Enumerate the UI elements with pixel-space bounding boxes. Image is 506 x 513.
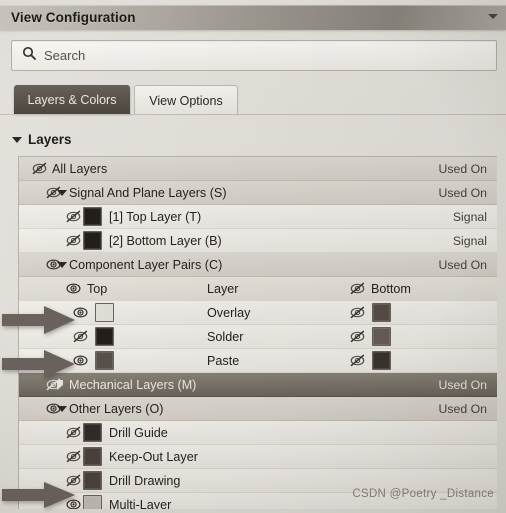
pair-row-paste[interactable]: Paste <box>19 349 497 373</box>
layer-label: [1] Top Layer (T) <box>109 209 202 224</box>
top-color-swatch[interactable] <box>95 327 114 346</box>
layer-label: Component Layer Pairs (C) <box>69 257 223 272</box>
tab-layers-and-colors[interactable]: Layers & Colors <box>14 85 130 114</box>
triangle-down-icon[interactable] <box>12 136 22 143</box>
layer-color-swatch[interactable] <box>83 231 102 250</box>
eye-hidden-icon[interactable] <box>65 209 81 225</box>
search-input[interactable]: Search <box>11 40 497 71</box>
tree-row-keep-out-layer[interactable]: Keep-Out Layer <box>19 445 497 469</box>
layer-label: Other Layers (O) <box>69 401 164 416</box>
column-header-layer: Layer <box>207 281 239 296</box>
tab-view-options[interactable]: View Options <box>134 85 238 115</box>
bottom-eye-hidden-icon[interactable] <box>349 353 365 369</box>
eye-hidden-icon[interactable] <box>31 161 47 177</box>
search-placeholder: Search <box>44 48 86 63</box>
layer-color-swatch[interactable] <box>83 423 102 442</box>
layers-group-label: Layers <box>28 132 72 147</box>
layer-label: Keep-Out Layer <box>109 449 198 464</box>
chevron-down-icon[interactable] <box>488 14 498 19</box>
layer-color-swatch[interactable] <box>83 471 102 490</box>
pair-layer-label: Overlay <box>207 305 251 320</box>
layer-label: [2] Bottom Layer (B) <box>109 233 222 248</box>
search-icon <box>22 46 36 65</box>
layer-status: Used On <box>438 401 487 416</box>
bottom-color-swatch[interactable] <box>372 303 391 322</box>
pair-row-solder[interactable]: Solder <box>19 325 497 349</box>
triangle-down-icon[interactable] <box>57 405 67 412</box>
triangle-right-icon[interactable] <box>57 379 63 390</box>
tree-row-other-layers[interactable]: Other Layers (O) Used On <box>19 397 497 421</box>
layer-label: Mechanical Layers (M) <box>69 377 197 392</box>
layer-label: Multi-Layer <box>109 497 172 510</box>
pair-row-overlay[interactable]: Overlay <box>19 301 497 325</box>
tree-row-all-layers[interactable]: All Layers Used On <box>19 157 497 181</box>
eye-hidden-icon[interactable] <box>65 233 81 249</box>
layers-tree[interactable]: All Layers Used On Signal And Plane Layers… <box>18 156 497 509</box>
triangle-down-icon[interactable] <box>57 189 67 196</box>
triangle-down-icon[interactable] <box>57 261 67 268</box>
arrow-multi-layer <box>2 481 76 509</box>
watermark: CSDN @Poetry _Distance <box>352 488 494 500</box>
layer-color-swatch[interactable] <box>83 447 102 466</box>
tab-underline <box>0 114 506 115</box>
tree-row-top-layer[interactable]: [1] Top Layer (T) Signal <box>19 205 497 229</box>
bottom-color-swatch[interactable] <box>372 351 391 370</box>
arrow-paste <box>2 349 76 379</box>
tree-row-bottom-layer[interactable]: [2] Bottom Layer (B) Signal <box>19 229 497 253</box>
tree-row-component-pairs[interactable]: Component Layer Pairs (C) Used On <box>19 253 497 277</box>
bottom-eye-hidden-icon[interactable] <box>349 329 365 345</box>
eye-hidden-icon[interactable] <box>65 449 81 465</box>
layer-status: Signal <box>452 209 487 224</box>
layer-color-swatch[interactable] <box>83 207 102 226</box>
bottom-eye-hidden-icon[interactable] <box>349 305 365 321</box>
layer-label: Drill Drawing <box>109 473 181 488</box>
layer-status: Used On <box>438 185 487 200</box>
layer-color-swatch[interactable] <box>83 495 102 509</box>
column-header-top: Top <box>87 281 108 296</box>
pair-layer-label: Solder <box>207 329 244 344</box>
layers-group-header[interactable]: Layers <box>12 132 72 147</box>
tree-row-drill-guide[interactable]: Drill Guide <box>19 421 497 445</box>
tree-row-mechanical-layers[interactable]: Mechanical Layers (M) Used On <box>19 373 497 397</box>
top-color-swatch[interactable] <box>95 303 114 322</box>
layer-status: Used On <box>438 161 487 176</box>
eye-hidden-icon[interactable] <box>349 281 365 297</box>
arrow-overlay <box>2 305 76 335</box>
pair-layer-label: Paste <box>207 353 240 368</box>
panel-titlebar[interactable]: View Configuration <box>0 5 506 30</box>
layer-label: Drill Guide <box>109 425 168 440</box>
layer-label: Signal And Plane Layers (S) <box>69 185 227 200</box>
top-color-swatch[interactable] <box>95 351 114 370</box>
eye-visible-icon[interactable] <box>65 281 81 297</box>
tab-strip: Layers & Colors View Options <box>14 85 494 115</box>
panel-title: View Configuration <box>11 10 136 25</box>
layer-status: Used On <box>438 377 487 392</box>
layer-status: Used On <box>438 257 487 272</box>
bottom-color-swatch[interactable] <box>372 327 391 346</box>
column-header-bottom: Bottom <box>371 281 411 296</box>
layer-status: Signal <box>452 233 487 248</box>
tree-row-signal-plane[interactable]: Signal And Plane Layers (S) Used On <box>19 181 497 205</box>
layer-label: All Layers <box>52 161 108 176</box>
pair-column-header: Top Layer Bottom <box>19 277 497 301</box>
eye-hidden-icon[interactable] <box>65 425 81 441</box>
